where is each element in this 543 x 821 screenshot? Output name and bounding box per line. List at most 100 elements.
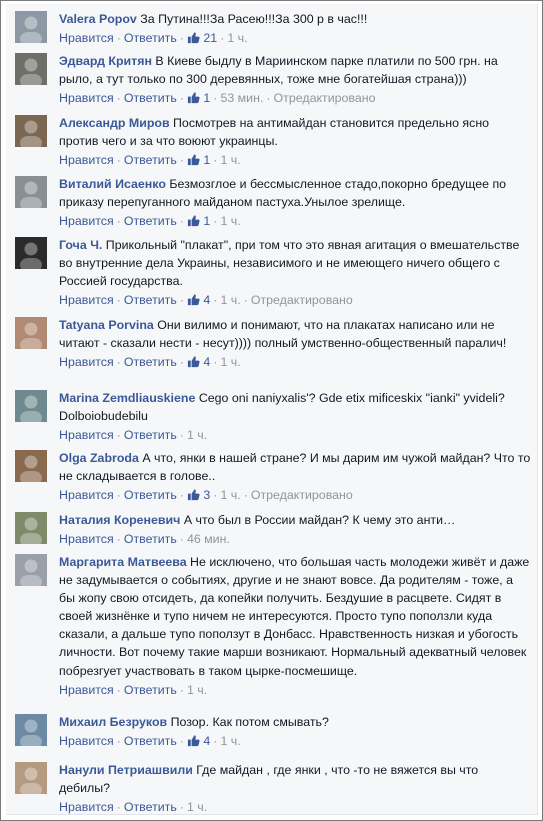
reply-button[interactable]: Ответить: [124, 734, 177, 748]
timestamp[interactable]: 1 ч.: [220, 214, 240, 228]
separator-dot: ·: [116, 31, 121, 46]
author-name[interactable]: Нанули Петриашвили: [59, 763, 193, 777]
separator-dot: ·: [179, 31, 184, 46]
comment-text: Позор. Как потом смывать?: [170, 715, 329, 729]
author-name[interactable]: Маргарита Матвеева: [59, 555, 187, 569]
separator-dot: ·: [213, 355, 218, 370]
author-name[interactable]: Наталия Кореневич: [59, 513, 180, 527]
thumbs-up-icon: [187, 734, 200, 752]
comment-actions: Нравится · Ответить · 21 · 1 ч.: [59, 29, 531, 49]
edited-label[interactable]: Отредактировано: [251, 488, 353, 502]
timestamp[interactable]: 1 ч.: [220, 488, 240, 502]
avatar[interactable]: [15, 53, 47, 85]
separator-dot: ·: [116, 153, 121, 168]
author-name[interactable]: Эдвард Критян: [59, 54, 152, 68]
like-count[interactable]: 3: [187, 488, 210, 502]
like-button[interactable]: Нравится: [59, 734, 114, 748]
comment-text: Не исключено, что большая часть молодежи…: [59, 555, 530, 678]
reply-button[interactable]: Ответить: [124, 31, 177, 45]
timestamp[interactable]: 1 ч.: [227, 31, 247, 45]
author-name[interactable]: Виталий Исаенко: [59, 177, 166, 191]
like-button[interactable]: Нравится: [59, 91, 114, 105]
comment-body: Михаил Безруков Позор. Как потом смывать…: [59, 713, 531, 752]
avatar[interactable]: [15, 176, 47, 208]
separator-dot: ·: [179, 153, 184, 168]
like-button[interactable]: Нравится: [59, 31, 114, 45]
user-silhouette-icon: [20, 242, 42, 269]
like-button[interactable]: Нравится: [59, 293, 114, 307]
avatar[interactable]: [15, 237, 47, 269]
like-button[interactable]: Нравится: [59, 683, 114, 697]
comment-text: Прикольный "плакат", при том что это явн…: [59, 238, 520, 289]
separator-dot: ·: [179, 214, 184, 229]
comment-actions: Нравится · Ответить · 1 ч.: [59, 798, 531, 816]
author-name[interactable]: Tatyana Porvina: [59, 318, 154, 332]
comment-actions: Нравится · Ответить · 1 · 53 мин. · Отредактиро…: [59, 89, 531, 109]
author-name[interactable]: Гоча Ч.: [59, 238, 102, 252]
separator-dot: ·: [179, 91, 184, 106]
avatar[interactable]: [15, 714, 47, 746]
author-name[interactable]: Александр Миров: [59, 116, 170, 130]
reply-button[interactable]: Ответить: [124, 683, 177, 697]
reply-button[interactable]: Ответить: [124, 532, 177, 546]
author-name[interactable]: Olga Zabroda: [59, 451, 139, 465]
like-button[interactable]: Нравится: [59, 214, 114, 228]
separator-dot: ·: [179, 734, 184, 749]
like-count[interactable]: 4: [187, 734, 210, 748]
like-count[interactable]: 1: [187, 153, 210, 167]
separator-dot: ·: [116, 355, 121, 370]
comment-actions: Нравится · Ответить · 4 · 1 ч.: [59, 732, 531, 752]
reply-button[interactable]: Ответить: [124, 355, 177, 369]
timestamp[interactable]: 1 ч.: [187, 800, 207, 814]
timestamp[interactable]: 1 ч.: [220, 355, 240, 369]
avatar[interactable]: [15, 390, 47, 422]
avatar[interactable]: [15, 554, 47, 586]
timestamp[interactable]: 1 ч.: [220, 153, 240, 167]
avatar[interactable]: [15, 11, 47, 43]
like-button[interactable]: Нравится: [59, 153, 114, 167]
comment-body: Marina Zemdliauskiene Cego oni naniyxali…: [59, 389, 531, 444]
timestamp[interactable]: 1 ч.: [187, 683, 207, 697]
like-button[interactable]: Нравится: [59, 355, 114, 369]
edited-label[interactable]: Отредактировано: [251, 293, 353, 307]
reply-button[interactable]: Ответить: [124, 153, 177, 167]
timestamp[interactable]: 46 мин.: [187, 532, 230, 546]
separator-dot: ·: [213, 734, 218, 749]
separator-dot: ·: [213, 153, 218, 168]
separator-dot: ·: [179, 800, 184, 815]
avatar[interactable]: [15, 317, 47, 349]
user-silhouette-icon: [20, 322, 42, 349]
avatar[interactable]: [15, 512, 47, 544]
comment-actions: Нравится · Ответить · 3 · 1 ч. · Отредактирован…: [59, 486, 531, 506]
like-count[interactable]: 21: [187, 31, 217, 45]
like-count[interactable]: 4: [187, 293, 210, 307]
avatar[interactable]: [15, 762, 47, 794]
comment-actions: Нравится · Ответить · 4 · 1 ч. · Отредактирован…: [59, 291, 531, 311]
like-count[interactable]: 1: [187, 91, 210, 105]
author-name[interactable]: Marina Zemdliauskiene: [59, 391, 195, 405]
like-button[interactable]: Нравится: [59, 800, 114, 814]
timestamp[interactable]: 1 ч.: [187, 428, 207, 442]
avatar[interactable]: [15, 450, 47, 482]
like-button[interactable]: Нравится: [59, 532, 114, 546]
like-button[interactable]: Нравится: [59, 488, 114, 502]
user-silhouette-icon: [20, 517, 42, 544]
timestamp[interactable]: 1 ч.: [220, 293, 240, 307]
like-count[interactable]: 1: [187, 214, 210, 228]
reply-button[interactable]: Ответить: [124, 214, 177, 228]
reply-button[interactable]: Ответить: [124, 91, 177, 105]
reply-button[interactable]: Ответить: [124, 488, 177, 502]
author-name[interactable]: Valera Popov: [59, 12, 137, 26]
comment-body: Маргарита Матвеева Не исключено, что бол…: [59, 553, 531, 699]
separator-dot: ·: [220, 31, 225, 46]
timestamp[interactable]: 53 мин.: [220, 91, 263, 105]
reply-button[interactable]: Ответить: [124, 428, 177, 442]
like-count[interactable]: 4: [187, 355, 210, 369]
reply-button[interactable]: Ответить: [124, 800, 177, 814]
avatar[interactable]: [15, 115, 47, 147]
reply-button[interactable]: Ответить: [124, 293, 177, 307]
timestamp[interactable]: 1 ч.: [220, 734, 240, 748]
author-name[interactable]: Михаил Безруков: [59, 715, 167, 729]
edited-label[interactable]: Отредактировано: [274, 91, 376, 105]
like-button[interactable]: Нравится: [59, 428, 114, 442]
